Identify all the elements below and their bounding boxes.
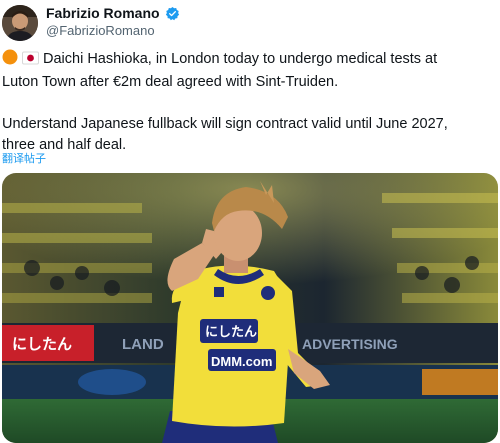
verified-badge-icon — [165, 6, 180, 21]
author-name-row: Fabrizio Romano — [46, 5, 180, 21]
svg-text:LAND: LAND — [122, 336, 164, 353]
avatar[interactable] — [2, 5, 38, 41]
tweet-media-photo[interactable]: にしたん LAND ADVERTISING にしたん DMM.com — [2, 173, 498, 443]
svg-text:DMM.com: DMM.com — [211, 354, 272, 369]
tweet-text: Daichi Hashioka, in London today to unde… — [2, 49, 496, 156]
tweet-line-text: Daichi Hashioka, in London today to unde… — [43, 51, 438, 67]
svg-text:にしたん: にしたん — [205, 324, 257, 339]
profile-photo-icon — [2, 5, 38, 41]
author-handle[interactable]: @FabrizioRomano — [46, 23, 155, 38]
tweet-line-1: Daichi Hashioka, in London today to unde… — [2, 49, 496, 72]
tweet-line-4: three and half deal. — [2, 137, 127, 153]
svg-text:にしたん: にしたん — [12, 336, 72, 353]
translate-post-link[interactable]: 翻译帖子 — [2, 150, 46, 166]
tweet-line-3: Understand Japanese fullback will sign c… — [2, 116, 448, 132]
japan-flag-emoji-icon — [22, 51, 39, 72]
tweet-header: Fabrizio Romano @FabrizioRomano — [0, 0, 500, 44]
orange-circle-emoji-icon — [2, 49, 18, 72]
author-display-name[interactable]: Fabrizio Romano — [46, 5, 160, 21]
football-player-photo-icon: にしたん LAND ADVERTISING にしたん DMM.com — [2, 173, 498, 443]
svg-text:ADVERTISING: ADVERTISING — [302, 336, 398, 352]
tweet-line-2: Luton Town after €2m deal agreed with Si… — [2, 74, 339, 90]
